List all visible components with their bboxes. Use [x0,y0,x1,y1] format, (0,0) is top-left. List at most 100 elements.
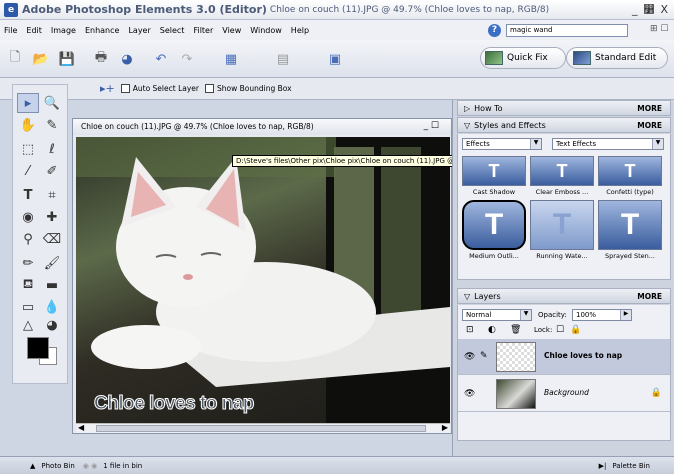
restore-button[interactable]: ෸ [643,3,654,16]
undo-icon[interactable]: ↶ [150,48,172,70]
online-services-icon[interactable]: ◕ [116,48,138,70]
new-layer-icon[interactable]: ⊡ [466,325,474,335]
menu-window[interactable]: Window [250,26,282,35]
howto-palette-header[interactable]: ▷ How To MORE [457,100,671,116]
new-file-icon[interactable]: 🗋 [4,48,26,70]
menu-layer[interactable]: Layer [128,26,150,35]
photo-bin-label[interactable]: Photo Bin [41,462,74,470]
photo-bin-nav-icon[interactable]: ◉ ◉ [83,462,97,470]
auto-select-checkbox[interactable] [120,84,130,93]
layers-more-button[interactable]: MORE [637,292,662,301]
selection-brush-tool-icon[interactable]: ✐ [41,161,63,181]
effect-thumb-cast-shadow[interactable]: T [462,156,526,186]
redo-icon[interactable]: ↷ [176,48,198,70]
photo-bin-toggle-icon[interactable]: ▲ [30,462,35,470]
shape-tool-icon[interactable]: ▭ [17,297,39,317]
smudge-tool-icon[interactable]: ◕ [41,315,63,335]
eraser-tool-icon[interactable]: ⌫ [41,229,63,249]
red-eye-tool-icon[interactable]: ◉ [17,207,39,227]
caption-text-layer[interactable]: Chloe loves to nap [94,393,255,415]
magic-wand-tool-icon[interactable]: ⁄ [17,161,39,181]
title-bar: e Adobe Photoshop Elements 3.0 (Editor) … [0,0,674,20]
horizontal-scrollbar[interactable]: ◀ ▶ [76,423,450,433]
help-search-input[interactable] [506,23,628,37]
lasso-tool-icon[interactable]: ℓ [41,139,63,159]
spot-healing-tool-icon[interactable]: ✚ [41,207,63,227]
document-minimize-button[interactable]: _ ☐ [424,121,439,131]
bounding-box-checkbox[interactable] [204,84,214,93]
effect-thumb-sprayed-stencil[interactable]: T [598,200,662,250]
minimize-button[interactable]: _ [632,3,638,16]
palette-bin-label[interactable]: Palette Bin [612,462,650,470]
menu-view[interactable]: View [222,26,241,35]
quick-fix-button[interactable]: Quick Fix [480,47,566,69]
sponge-tool-icon[interactable]: △ [17,315,39,335]
marquee-tool-icon[interactable]: ⬚ [17,139,39,159]
layer-row-text[interactable]: 👁 ✎ Chloe loves to nap [458,339,670,375]
move-tool-icon[interactable]: ▸ [17,93,39,113]
foreground-color-swatch[interactable] [27,337,49,359]
visibility-eye-icon[interactable]: 👁 [464,352,475,362]
zoom-tool-icon[interactable]: 🔍 [41,93,63,113]
standard-edit-button[interactable]: Standard Edit [566,47,668,69]
photo-canvas[interactable]: Chloe loves to nap [76,137,450,423]
effect-thumb-running-water[interactable]: T [530,200,594,250]
document-title: Chloe on couch (11).JPG @ 49.7% (Chloe l… [73,119,451,135]
scroll-thumb[interactable] [96,425,426,432]
menu-file[interactable]: File [4,26,17,35]
styles-more-button[interactable]: MORE [637,121,662,130]
type-tool-icon[interactable]: T [17,185,39,205]
opacity-field[interactable]: 100% ▶ [572,309,632,321]
create-icon[interactable]: ▣ [320,48,350,70]
date-view-icon[interactable]: ▤ [268,48,298,70]
print-icon[interactable]: 🖶 [90,48,112,70]
effects-subcategory-dropdown[interactable]: Text Effects ▼ [552,138,664,150]
menu-select[interactable]: Select [160,26,185,35]
lock-transparency-icon[interactable]: ☐ [556,325,564,335]
crop-tool-icon[interactable]: ⌗ [41,185,63,205]
layer-lock-icon: 🔒 [650,388,662,398]
opacity-slider-arrow-icon: ▶ [620,310,631,320]
app-title: Adobe Photoshop Elements 3.0 (Editor) [22,3,267,16]
effect-thumb-clear-emboss[interactable]: T [530,156,594,186]
menu-edit[interactable]: Edit [26,26,42,35]
menu-window-controls[interactable]: ⊞ ☐ [650,24,668,34]
styles-palette-body: Effects ▼ Text Effects ▼ T Cast Shadow T… [457,134,671,280]
lock-all-icon[interactable]: 🔒 [570,325,581,335]
menu-image[interactable]: Image [51,26,76,35]
brush-tool-icon[interactable]: 🖌 [41,253,63,273]
menu-enhance[interactable]: Enhance [85,26,120,35]
eyedropper-tool-icon[interactable]: ✎ [41,115,63,135]
gradient-tool-icon[interactable]: ▬ [41,275,63,295]
clone-stamp-tool-icon[interactable]: ⚲ [17,229,39,249]
palette-bin-toggle-icon[interactable]: ▶| [599,462,607,470]
styles-palette-header[interactable]: ▽ Styles and Effects MORE [457,117,671,133]
layers-palette-header[interactable]: ▽ Layers MORE [457,288,671,304]
delete-layer-icon[interactable]: 🗑 [510,325,521,335]
expand-arrow-icon: ▷ [464,103,471,113]
hand-tool-icon[interactable]: ✋ [17,115,39,135]
howto-more-button[interactable]: MORE [637,104,662,113]
paint-bucket-tool-icon[interactable]: ⛾ [17,275,39,295]
visibility-eye-icon[interactable]: 👁 [464,389,475,399]
open-folder-icon[interactable]: 📂 [30,48,52,70]
close-button[interactable]: X [660,3,668,16]
blur-tool-icon[interactable]: 💧 [41,297,63,317]
save-icon[interactable]: 💾 [56,48,78,70]
scroll-left-icon[interactable]: ◀ [78,423,84,432]
effect-thumb-medium-outline[interactable]: T [462,200,526,250]
menu-help[interactable]: Help [291,26,309,35]
toolbox: ▸ 🔍 ✋ ✎ ⬚ ℓ ⁄ ✐ T ⌗ ◉ ✚ ⚲ ⌫ ✏ 🖌 ⛾ ▬ ▭ 💧 … [12,84,68,384]
move-tool-option-icon: ▸+ [100,82,115,95]
layer-row-background[interactable]: 👁 Background 🔒 [458,376,670,412]
adjustment-layer-icon[interactable]: ◐ [488,325,496,335]
help-icon[interactable]: ? [488,23,501,37]
effect-thumb-confetti[interactable]: T [598,156,662,186]
blend-mode-dropdown[interactable]: Normal ▼ [462,309,532,321]
effects-category-dropdown[interactable]: Effects ▼ [462,138,542,150]
scroll-right-icon[interactable]: ▶ [442,423,448,432]
photo-browser-icon[interactable]: ▦ [216,48,246,70]
menu-filter[interactable]: Filter [193,26,213,35]
pencil-tool-icon[interactable]: ✏ [17,253,39,273]
layers-title: Layers [474,291,501,301]
